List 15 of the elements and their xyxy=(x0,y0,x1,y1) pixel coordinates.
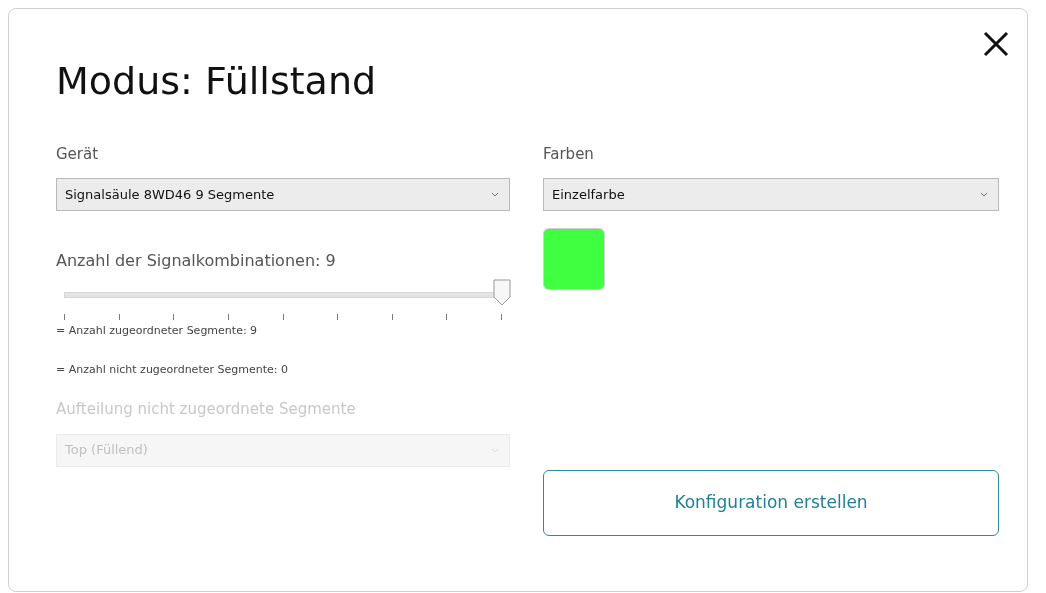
create-config-button[interactable]: Konfiguration erstellen xyxy=(543,470,999,537)
slider-thumb[interactable] xyxy=(493,279,511,307)
field-label: Gerät xyxy=(56,143,100,165)
info-text: = Anzahl nicht zugeordneter Segmente: 0 xyxy=(56,361,289,378)
dialog-title: Modus: Füllstand xyxy=(56,59,378,105)
color-swatch[interactable] xyxy=(543,228,605,291)
device-dropdown[interactable]: Signalsäule 8WD46 9 Segmente xyxy=(56,178,510,212)
chevron-down-icon xyxy=(980,192,988,198)
chevron-down-icon xyxy=(491,192,499,198)
slider-label: Anzahl der Signalkombinationen: 9 xyxy=(56,250,337,273)
chevron-down-icon xyxy=(491,447,499,453)
colors-dropdown[interactable]: Einzelfarbe xyxy=(543,178,999,212)
close-icon[interactable] xyxy=(983,31,1009,57)
info-text: = Anzahl zugeordneter Segmente: 9 xyxy=(56,323,259,340)
field-label: Farben xyxy=(543,143,595,165)
